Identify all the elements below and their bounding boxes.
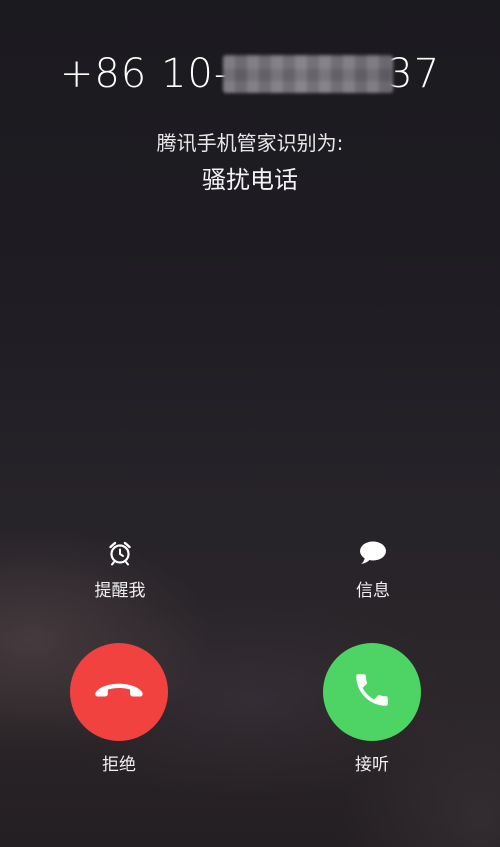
alarm-clock-icon xyxy=(60,540,180,566)
phone-icon xyxy=(351,669,393,715)
message-button[interactable]: 信息 xyxy=(313,540,433,601)
decline-button[interactable] xyxy=(70,643,168,741)
remind-me-label: 提醒我 xyxy=(94,581,146,601)
accept-button[interactable] xyxy=(323,643,421,741)
phone-hangup-icon xyxy=(92,678,146,706)
caller-identification-label: 腾讯手机管家识别为: xyxy=(156,131,344,155)
message-label: 信息 xyxy=(356,581,390,601)
phone-number-suffix: 37 xyxy=(387,51,441,97)
caller-phone-number: +86 10- 37 xyxy=(0,50,500,98)
remind-me-button[interactable]: 提醒我 xyxy=(60,540,180,601)
decline-label: 拒绝 xyxy=(102,755,136,775)
caller-type: 骚扰电话 xyxy=(202,166,298,194)
speech-bubble-icon xyxy=(313,540,433,566)
phone-number-prefix: +86 10- xyxy=(59,51,230,97)
accept-label: 接听 xyxy=(355,755,389,775)
redacted-number-mask xyxy=(223,55,394,93)
